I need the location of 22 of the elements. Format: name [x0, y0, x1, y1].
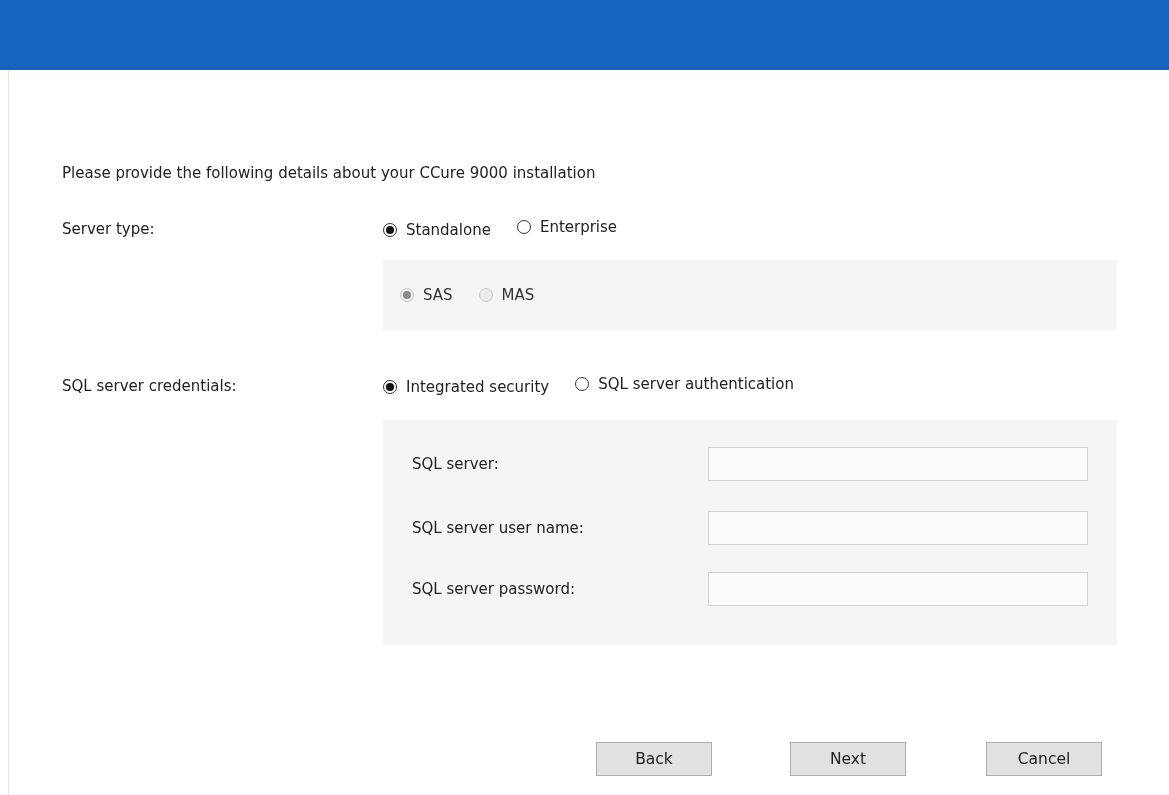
- radio-button[interactable]: [516, 220, 531, 234]
- input-field[interactable]: [708, 447, 1088, 481]
- radio-label: Enterprise: [539, 218, 618, 236]
- input-field[interactable]: [708, 572, 1088, 606]
- field-label: SQL server user name:: [412, 519, 585, 537]
- intro-text: Please provide the following details about your CCure 9000 installation: [62, 163, 597, 183]
- input-field[interactable]: [708, 511, 1088, 545]
- wizard-button[interactable]: Back: [596, 742, 712, 776]
- field-label: Server type:: [62, 219, 156, 238]
- radio-button[interactable]: [383, 380, 397, 394]
- radio-label: Standalone: [406, 221, 491, 239]
- field-label: SQL server:: [412, 455, 500, 473]
- radio-label: Integrated security: [406, 378, 550, 396]
- field-label: SQL server password:: [412, 580, 576, 598]
- radio-label: SAS: [423, 286, 453, 304]
- radio-label: SQL server authentication: [598, 375, 794, 393]
- field-label: SQL server credentials:: [62, 376, 238, 395]
- wizard-button[interactable]: Cancel: [986, 742, 1102, 776]
- radio-button[interactable]: [383, 223, 397, 237]
- wizard-button[interactable]: Next: [790, 742, 906, 776]
- radio-button[interactable]: [575, 377, 590, 391]
- radio-label: MAS: [501, 286, 535, 304]
